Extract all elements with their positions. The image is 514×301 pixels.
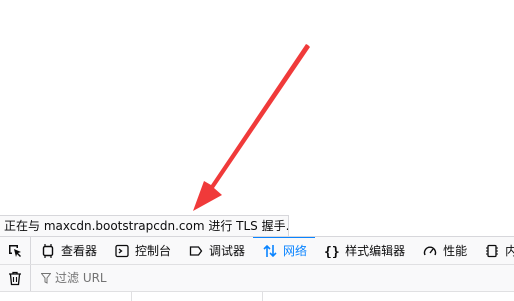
column-divider <box>262 292 263 301</box>
element-picker-button[interactable] <box>0 237 31 264</box>
picker-icon <box>9 244 21 257</box>
performance-icon <box>421 242 439 260</box>
page: 正在与 maxcdn.bootstrapcdn.com 进行 TLS 握手...… <box>0 0 514 301</box>
request-table-header <box>0 292 514 301</box>
tab-debugger-label: 调试器 <box>209 244 246 258</box>
memory-icon <box>483 242 501 260</box>
tab-memory[interactable]: 内 <box>475 237 514 264</box>
devtools-toolbar: 查看器 控制台 调试器 网络 {} 样式编辑器 性能 <box>0 236 514 265</box>
column-divider <box>131 292 132 301</box>
tab-inspector[interactable]: 查看器 <box>31 237 105 264</box>
filter-url-box[interactable] <box>41 271 255 285</box>
tab-console-label: 控制台 <box>135 244 172 258</box>
style-editor-icon: {} <box>323 242 341 260</box>
tab-performance-label: 性能 <box>443 244 468 258</box>
filter-icon <box>41 272 51 284</box>
inspector-icon <box>39 242 57 260</box>
status-bar: 正在与 maxcdn.bootstrapcdn.com 进行 TLS 握手... <box>0 215 289 236</box>
tab-performance[interactable]: 性能 <box>413 237 475 264</box>
tab-inspector-label: 查看器 <box>61 244 98 258</box>
tab-style-editor-label: 样式编辑器 <box>345 244 406 258</box>
network-icon <box>261 242 279 260</box>
tab-network[interactable]: 网络 <box>253 237 316 264</box>
tab-debugger[interactable]: 调试器 <box>179 237 253 264</box>
tab-network-label: 网络 <box>283 244 308 258</box>
trash-icon <box>9 271 21 285</box>
console-icon <box>113 242 131 260</box>
clear-requests-button[interactable] <box>0 265 31 291</box>
status-text: 正在与 maxcdn.bootstrapcdn.com 进行 TLS 握手... <box>4 219 289 233</box>
annotation-arrow-shape <box>193 44 310 211</box>
network-filter-bar <box>0 265 514 292</box>
debugger-icon <box>187 242 205 260</box>
filter-url-input[interactable] <box>51 271 255 285</box>
tab-style-editor[interactable]: {} 样式编辑器 <box>315 237 413 264</box>
tab-console[interactable]: 控制台 <box>105 237 179 264</box>
tab-memory-label: 内 <box>505 242 514 259</box>
svg-text:{}: {} <box>324 245 340 258</box>
